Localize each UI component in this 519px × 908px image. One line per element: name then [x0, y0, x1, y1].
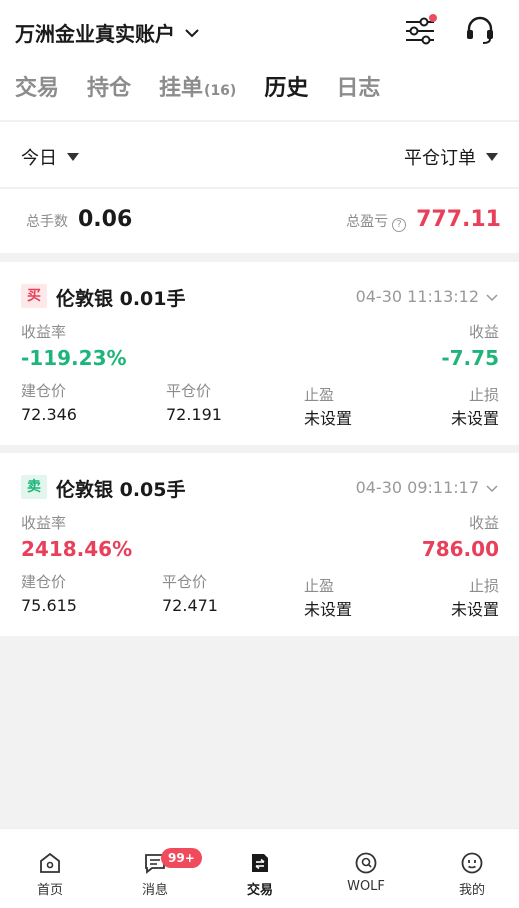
- rate-label: 收益率: [21, 514, 67, 532]
- close-price-value: 72.471: [162, 596, 218, 615]
- tabbar-messages[interactable]: 消息 99+: [115, 848, 202, 898]
- app-header: 万洲金业真实账户 交易 持仓 挂单 (16) 历史 日志: [0, 0, 519, 120]
- notification-dot: [429, 14, 437, 22]
- caret-down-icon: [486, 153, 498, 161]
- period-label: 今日: [21, 148, 57, 169]
- order-time[interactable]: 04-30 11:13:12: [356, 287, 499, 306]
- order-title: 伦敦银 0.05手: [56, 479, 186, 501]
- rate-value: -119.23%: [21, 346, 127, 370]
- order-title: 伦敦银 0.01手: [56, 288, 186, 310]
- order-type-dropdown[interactable]: 平仓订单: [404, 144, 498, 170]
- tab-history[interactable]: 历史: [264, 70, 308, 102]
- open-price-label: 建仓价: [21, 573, 67, 591]
- tab-trade[interactable]: 交易: [15, 70, 59, 102]
- chevron-down-icon: [486, 484, 498, 492]
- profit-value: 786.00: [421, 537, 499, 561]
- profit-label: 收益: [468, 323, 499, 341]
- tabbar-wolf[interactable]: WOLF: [326, 851, 406, 894]
- help-icon[interactable]: ?: [392, 218, 407, 232]
- rate-label: 收益率: [21, 323, 67, 341]
- tabbar-home[interactable]: 首页: [10, 851, 90, 898]
- pending-count: (16): [204, 83, 237, 99]
- stop-loss-value: 未设置: [450, 409, 499, 428]
- home-icon: [40, 852, 60, 873]
- total-pnl-value: 777.11: [416, 207, 501, 232]
- period-dropdown[interactable]: 今日: [21, 144, 79, 170]
- order-type-label: 平仓订单: [404, 148, 476, 169]
- open-price-label: 建仓价: [21, 382, 67, 400]
- account-selector[interactable]: 万洲金业真实账户: [15, 18, 201, 47]
- take-profit-label: 止盈: [304, 577, 335, 595]
- total-lots-label: 总手数: [26, 214, 68, 230]
- stop-loss-label: 止损: [468, 577, 499, 595]
- caret-down-icon: [67, 153, 79, 161]
- rate-value: 2418.46%: [21, 537, 133, 561]
- total-lots-value: 0.06: [78, 207, 133, 232]
- filter-bar: 今日 平仓订单: [0, 121, 519, 187]
- wolf-icon: [355, 852, 377, 874]
- stop-loss-value: 未设置: [450, 600, 499, 619]
- account-name: 万洲金业真实账户: [15, 22, 175, 46]
- take-profit-value: 未设置: [304, 409, 353, 428]
- customer-service-button[interactable]: [463, 14, 497, 48]
- filter-settings-button[interactable]: [403, 14, 437, 48]
- unread-badge: 99+: [161, 848, 202, 868]
- close-price-value: 72.191: [166, 405, 222, 424]
- customer-service-headset-icon: [467, 16, 493, 44]
- tab-pending-orders[interactable]: 挂单 (16): [159, 70, 236, 102]
- tabbar-profile[interactable]: 我的: [432, 851, 512, 898]
- side-badge-sell: 卖: [21, 475, 47, 499]
- profit-value: -7.75: [441, 346, 499, 370]
- open-price-value: 72.346: [21, 405, 77, 424]
- open-price-value: 75.615: [21, 596, 77, 615]
- take-profit-value: 未设置: [304, 600, 353, 619]
- tab-positions[interactable]: 持仓: [87, 70, 131, 102]
- chevron-down-icon: [185, 28, 199, 37]
- summary-bar: 总手数 0.06 总盈亏 ? 777.11: [0, 188, 519, 253]
- total-pnl-label: 总盈亏: [346, 214, 389, 230]
- bottom-tab-bar: 首页 消息 99+ 交易 WOLF 我的: [0, 828, 519, 908]
- order-card[interactable]: 卖 伦敦银 0.05手 04-30 09:11:17 收益率 收益 2418.4…: [0, 453, 519, 636]
- order-card[interactable]: 买 伦敦银 0.01手 04-30 11:13:12 收益率 收益 -119.2…: [0, 262, 519, 445]
- close-price-label: 平仓价: [166, 382, 212, 400]
- tab-log[interactable]: 日志: [336, 70, 380, 102]
- order-time[interactable]: 04-30 09:11:17: [356, 478, 499, 497]
- stop-loss-label: 止损: [468, 386, 499, 404]
- side-badge-buy: 买: [21, 284, 47, 308]
- history-tabs: 交易 持仓 挂单 (16) 历史 日志: [15, 70, 408, 102]
- profile-icon: [461, 852, 483, 874]
- trade-icon: [252, 854, 268, 872]
- take-profit-label: 止盈: [304, 386, 335, 404]
- profit-label: 收益: [468, 514, 499, 532]
- tabbar-trade[interactable]: 交易: [220, 851, 300, 898]
- chevron-down-icon: [486, 293, 498, 301]
- close-price-label: 平仓价: [162, 573, 208, 591]
